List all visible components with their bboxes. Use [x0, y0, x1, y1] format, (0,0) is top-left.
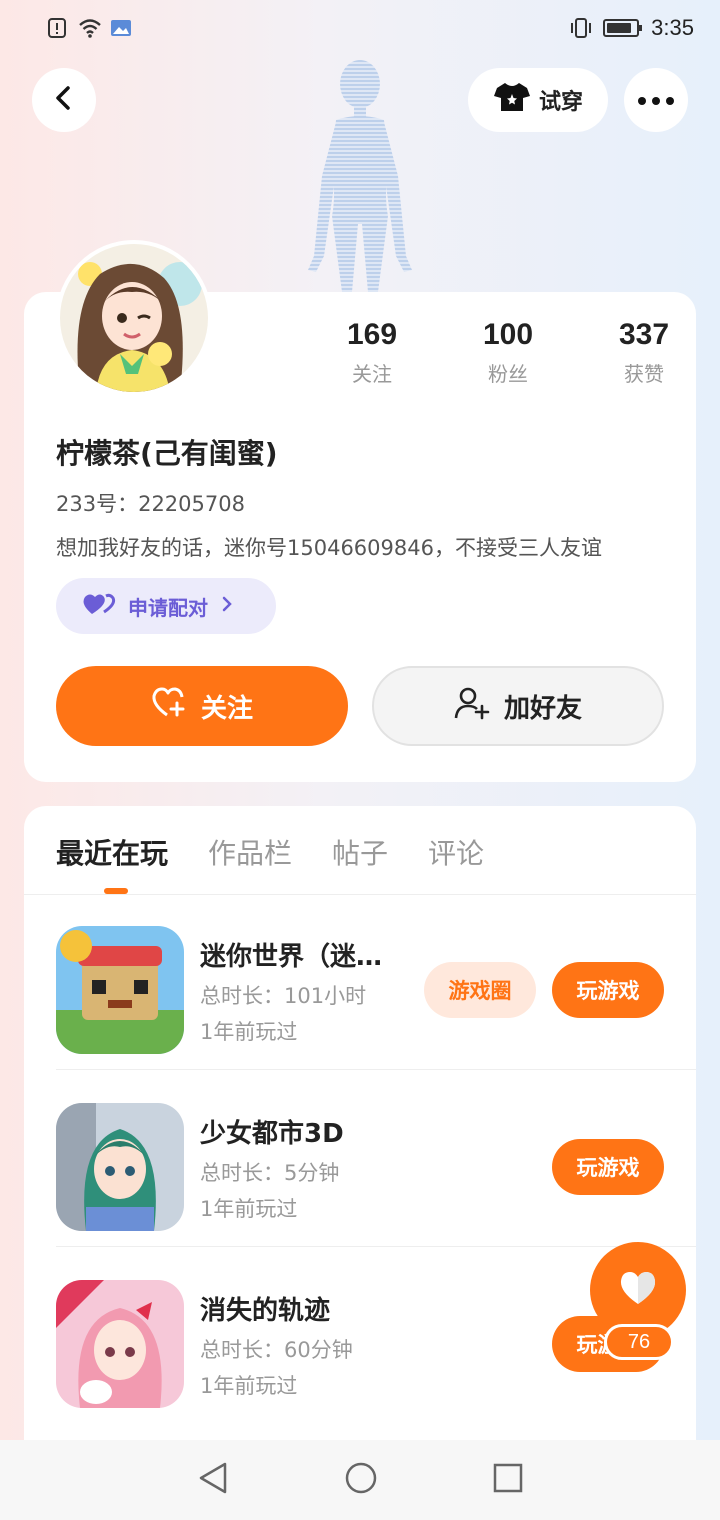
- game-duration: 总时长：60分钟: [200, 1338, 353, 1362]
- user-bio: 想加我好友的话，迷你号15046609846，不接受三人友谊: [56, 536, 602, 560]
- stat-following[interactable]: 169 关注: [304, 318, 440, 387]
- row-divider: [56, 1069, 696, 1070]
- game-name: 消失的轨迹: [200, 1296, 331, 1326]
- nav-home-icon[interactable]: [344, 1461, 378, 1499]
- game-circle-button[interactable]: 游戏圈: [424, 962, 536, 1018]
- likes-count: 337: [618, 318, 670, 351]
- system-nav-bar: [0, 1440, 720, 1520]
- more-dots-icon: [637, 91, 675, 110]
- game-name: 少女都市3D: [200, 1119, 344, 1149]
- game-icon-lost-trail[interactable]: [56, 1280, 184, 1408]
- game-last-played: 1年前玩过: [200, 1020, 298, 1044]
- play-game-button[interactable]: 玩游戏: [552, 962, 664, 1018]
- status-bar: 3:35: [0, 0, 720, 56]
- following-count: 169: [346, 318, 398, 351]
- heart-plus-icon: [151, 687, 187, 726]
- tab-recent-played[interactable]: 最近在玩: [56, 832, 168, 872]
- try-on-label: 试穿: [538, 90, 583, 115]
- follow-button[interactable]: 关注: [56, 666, 348, 746]
- game-row[interactable]: 少女都市3D 总时长：5分钟 1年前玩过 玩游戏: [56, 1071, 696, 1247]
- content-card: 最近在玩 作品栏 帖子 评论 迷你世界（迷… 总时长：101小时 1年前玩过 游…: [24, 806, 696, 1440]
- stat-likes[interactable]: 337 获赞: [576, 318, 712, 387]
- user-avatar[interactable]: [56, 240, 212, 396]
- tab-comments[interactable]: 评论: [428, 832, 484, 872]
- following-label: 关注: [352, 362, 392, 386]
- vibrate-icon: [569, 17, 592, 39]
- profile-tabs: 最近在玩 作品栏 帖子 评论: [56, 832, 484, 872]
- back-button[interactable]: [32, 68, 96, 132]
- tab-works[interactable]: 作品栏: [208, 832, 292, 872]
- play-game-button[interactable]: 玩游戏: [552, 1139, 664, 1195]
- add-user-icon: [454, 686, 490, 727]
- nav-recents-icon[interactable]: [493, 1463, 523, 1497]
- profile-stats: 169 关注 100 粉丝 337 获赞: [304, 318, 712, 387]
- status-time: 3:35: [651, 15, 694, 40]
- game-icon-girl-city[interactable]: [56, 1103, 184, 1231]
- game-icon-mini-world[interactable]: [56, 926, 184, 1054]
- wifi-icon: [78, 17, 101, 39]
- like-count-badge: 76: [604, 1324, 674, 1360]
- hearts-icon: [82, 592, 116, 621]
- request-pair-label: 申请配对: [128, 595, 208, 620]
- likes-label: 获赞: [624, 362, 664, 386]
- follow-label: 关注: [200, 693, 253, 724]
- game-last-played: 1年前玩过: [200, 1197, 298, 1221]
- battery-icon: [603, 19, 643, 37]
- request-pair-button[interactable]: 申请配对: [56, 578, 276, 634]
- stat-fans[interactable]: 100 粉丝: [440, 318, 576, 387]
- game-last-played: 1年前玩过: [200, 1374, 298, 1398]
- game-duration: 总时长：5分钟: [200, 1161, 340, 1185]
- gallery-icon: [110, 17, 132, 39]
- heart-icon: [618, 1270, 658, 1310]
- hologram-avatar-figure[interactable]: [300, 56, 420, 296]
- game-row[interactable]: 迷你世界（迷… 总时长：101小时 1年前玩过 游戏圈 玩游戏: [56, 894, 696, 1070]
- tshirt-icon: [493, 81, 531, 119]
- add-friend-button[interactable]: 加好友: [372, 666, 664, 746]
- game-name: 迷你世界（迷…: [200, 942, 383, 972]
- user-id: 233号：22205708: [56, 492, 245, 516]
- chevron-right-icon: [220, 594, 234, 618]
- tab-posts[interactable]: 帖子: [332, 832, 388, 872]
- nav-back-icon[interactable]: [197, 1461, 229, 1499]
- try-on-button[interactable]: 试穿: [468, 68, 608, 132]
- fans-count: 100: [482, 318, 534, 351]
- more-button[interactable]: [624, 68, 688, 132]
- row-divider: [56, 1246, 696, 1247]
- add-friend-label: 加好友: [503, 693, 582, 724]
- alert-icon: [46, 17, 68, 39]
- user-nickname: 柠檬茶(己有闺蜜): [56, 437, 278, 470]
- game-duration: 总时长：101小时: [200, 984, 367, 1008]
- chevron-left-icon: [52, 84, 76, 116]
- fans-label: 粉丝: [488, 362, 528, 386]
